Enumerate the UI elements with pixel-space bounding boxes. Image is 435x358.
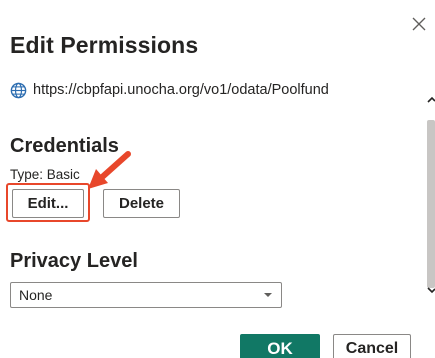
globe-icon — [10, 82, 27, 98]
edit-credentials-button[interactable]: Edit... — [12, 189, 84, 218]
dialog-scrollbar[interactable] — [426, 92, 435, 297]
cancel-button[interactable]: Cancel — [333, 334, 411, 358]
edit-permissions-dialog: Edit Permissions https://cbpfapi.unocha.… — [0, 0, 435, 358]
scroll-down-icon[interactable] — [426, 282, 435, 298]
dialog-title: Edit Permissions — [10, 32, 199, 58]
privacy-level-heading: Privacy Level — [10, 250, 138, 272]
privacy-level-select[interactable]: None — [10, 282, 282, 308]
arrow-icon — [88, 151, 131, 189]
scrollbar-thumb[interactable] — [427, 120, 435, 288]
source-url: https://cbpfapi.unocha.org/vo1/odata/Poo… — [33, 82, 329, 98]
ok-button[interactable]: OK — [240, 334, 320, 358]
credential-type-label: Type: Basic — [10, 167, 80, 182]
privacy-level-value: None — [19, 287, 53, 303]
scroll-up-icon[interactable] — [426, 92, 435, 108]
source-url-row: https://cbpfapi.unocha.org/vo1/odata/Poo… — [10, 80, 329, 100]
chevron-down-icon — [264, 293, 272, 297]
delete-credentials-button[interactable]: Delete — [103, 189, 180, 218]
close-icon[interactable] — [410, 15, 428, 33]
